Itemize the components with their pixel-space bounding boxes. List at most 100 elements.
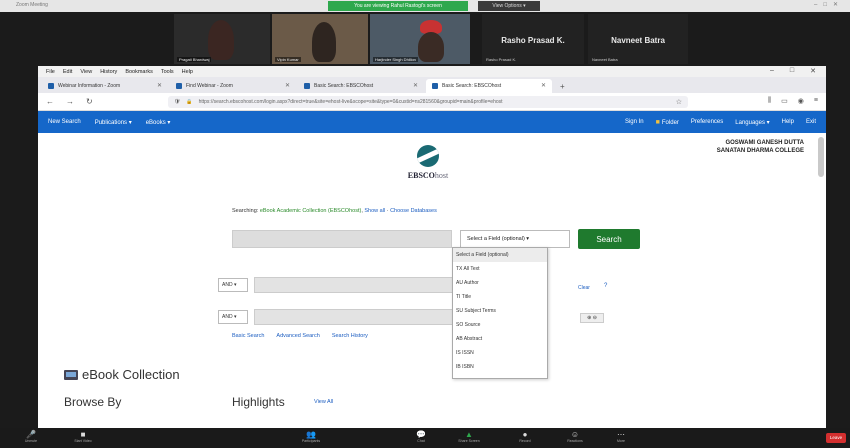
nav-help[interactable]: Help [782,119,794,125]
choose-databases-link[interactable]: Choose Databases [390,208,437,214]
participant-name: Harjinder Singh Dhillon [373,57,418,62]
dropdown-option[interactable]: SU Subject Terms [453,304,547,318]
reactions-icon: ☺ [570,430,580,439]
tab-basic-search-active[interactable]: Basic Search: EBSCOhost ✕ [426,79,552,93]
basic-search-link[interactable]: Basic Search [232,333,264,339]
back-icon[interactable]: ← [46,97,54,106]
page-scrollbar[interactable] [818,137,824,177]
screen-share-banner: You are viewing Rahul Rastogi's screen [328,1,468,11]
logo-text: EBSCOhost [393,171,463,180]
start-video-button[interactable]: ■ Start Video [70,430,96,443]
participant-display-name: Rasho Prasad K. [501,36,565,45]
folder-icon: ■ [655,118,660,126]
search-input[interactable] [232,230,452,248]
zoom-window-controls[interactable]: –□✕ [814,1,844,8]
boolean-operator-select[interactable]: AND ▾ [218,278,248,292]
nav-sign-in[interactable]: Sign In [625,119,644,125]
account-icon[interactable]: ◉ [798,97,804,105]
menu-help[interactable]: Help [182,69,193,75]
help-icon[interactable]: ? [604,283,607,289]
search-history-link[interactable]: Search History [332,333,368,339]
boolean-operator-select[interactable]: AND ▾ [218,310,248,324]
tab-close-icon[interactable]: ✕ [413,82,418,89]
participant-video [208,20,234,60]
chat-button[interactable]: 💬 Chat [408,430,434,443]
view-options-button[interactable]: View Options ▾ [478,1,540,11]
dropdown-option[interactable]: TX All Text [453,262,547,276]
nav-publications[interactable]: Publications ▾ [95,119,132,126]
field-dropdown-list: Select a Field (optional) TX All Text AU… [452,247,548,379]
library-icon[interactable]: ⫼ [768,97,771,105]
search-button[interactable]: Search [578,229,640,249]
participant-gallery: Pragati Bhardwaj Vipin Kumar Harjinder S… [0,12,850,66]
tab-find-webinar[interactable]: Find Webinar - Zoom ✕ [170,79,296,93]
more-label: More [617,439,625,443]
menu-bookmarks[interactable]: Bookmarks [125,69,153,75]
nav-exit[interactable]: Exit [806,119,816,125]
participants-icon: 👥 [306,430,316,439]
nav-folder[interactable]: ■ Folder [656,119,679,126]
reactions-button[interactable]: ☺ Reactions [562,430,588,443]
share-screen-icon: ▲ [465,430,473,439]
browser-tab-bar: Webinar Information - Zoom ✕ Find Webina… [38,77,826,93]
zoom-favicon-icon [176,83,182,89]
tab-basic-search[interactable]: Basic Search: EBSCOhost ✕ [298,79,424,93]
address-bar[interactable]: 🛡 🔒 https://search.ebscohost.com/login.a… [168,96,688,108]
share-screen-button[interactable]: ▲ Share Screen [456,430,482,443]
new-tab-button[interactable]: + [554,82,571,93]
more-button[interactable]: ⋯ More [608,430,634,443]
dropdown-option[interactable]: AB Abstract [453,332,547,346]
maximize-icon[interactable]: □ [790,67,794,75]
browser-menu-bar: File Edit View History Bookmarks Tools H… [38,66,826,77]
close-icon[interactable]: ✕ [810,67,816,75]
record-button[interactable]: ● Record [512,430,538,443]
logo-sub: host [434,171,449,180]
tab-close-icon[interactable]: ✕ [541,82,546,89]
participant-video [418,32,444,62]
nav-new-search[interactable]: New Search [48,119,81,125]
sidebar-icon[interactable]: ▭ [781,97,788,105]
dropdown-option[interactable]: IS ISSN [453,346,547,360]
tab-close-icon[interactable]: ✕ [157,82,162,89]
menu-icon[interactable]: ≡ [814,97,818,105]
leave-meeting-button[interactable]: Leave [826,433,846,443]
bookmark-star-icon[interactable]: ☆ [676,98,682,106]
participant-name: Navneet Batra [592,57,618,62]
field-select[interactable]: Select a Field (optional) ▾ [460,230,570,248]
nav-ebooks[interactable]: eBooks ▾ [146,119,171,126]
dropdown-option[interactable]: AU Author [453,276,547,290]
dropdown-option[interactable]: Select a Field (optional) [453,248,547,262]
tab-close-icon[interactable]: ✕ [285,82,290,89]
show-all-link[interactable]: Show all [364,208,385,214]
view-all-link[interactable]: View All [314,399,333,405]
participant-tile[interactable]: Navneet Batra Navneet Batra [588,14,688,64]
clear-link[interactable]: Clear [578,285,590,291]
menu-view[interactable]: View [80,69,92,75]
reload-icon[interactable]: ↻ [86,97,93,106]
searching-prefix: Searching: [232,208,259,214]
menu-tools[interactable]: Tools [161,69,174,75]
participant-tile[interactable]: Pragati Bhardwaj [174,14,270,64]
minimize-icon[interactable]: – [770,67,774,75]
nav-languages[interactable]: Languages ▾ [735,119,769,126]
nav-preferences[interactable]: Preferences [691,119,723,125]
tab-title: Webinar Information - Zoom [58,83,121,89]
dropdown-option[interactable]: TI Title [453,290,547,304]
browser-window-controls[interactable]: – □ ✕ [770,67,816,75]
menu-history[interactable]: History [100,69,117,75]
participants-button[interactable]: 👥 Participants [298,430,324,443]
menu-file[interactable]: File [46,69,55,75]
dropdown-option[interactable]: SO Source [453,318,547,332]
add-remove-row-button[interactable]: ⊕ ⊖ [580,313,604,323]
participant-tile[interactable]: Vipin Kumar [272,14,368,64]
tab-webinar-info[interactable]: Webinar Information - Zoom ✕ [42,79,168,93]
participant-tile[interactable]: Rasho Prasad K. Rasho Prasad K. [482,14,584,64]
browse-by-heading: Browse By [64,395,122,409]
forward-icon[interactable]: → [66,97,74,106]
zoom-meeting-toolbar: 🎤 Unmute ■ Start Video 👥 Participants 💬 … [0,428,850,448]
participant-tile[interactable]: Harjinder Singh Dhillon [370,14,470,64]
unmute-button[interactable]: 🎤 Unmute [18,430,44,443]
menu-edit[interactable]: Edit [63,69,72,75]
advanced-search-link[interactable]: Advanced Search [276,333,319,339]
dropdown-option[interactable]: IB ISBN [453,360,547,374]
